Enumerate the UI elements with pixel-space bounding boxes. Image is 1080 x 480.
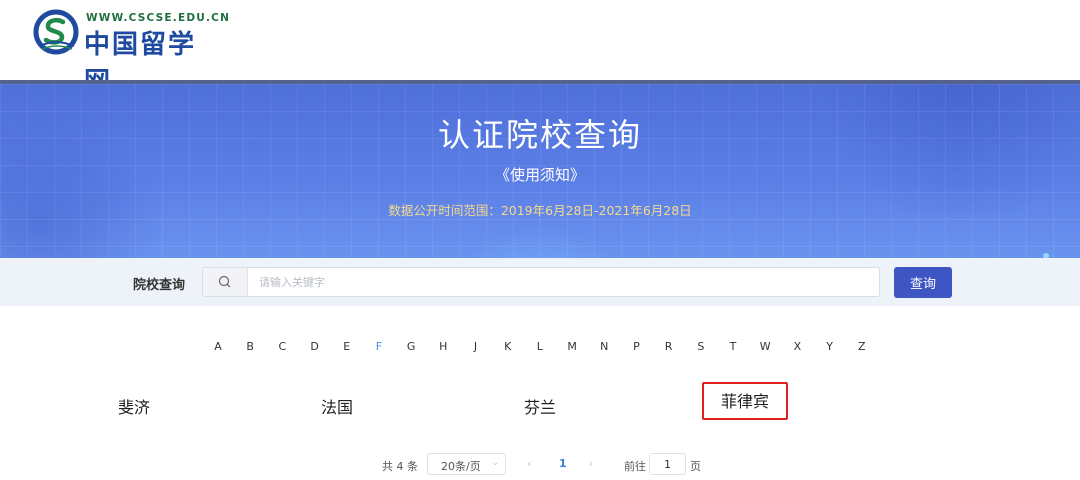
alphabet-filter: ABC DEFGH JKLMNP RSTWX YZ bbox=[210, 340, 870, 356]
letter-filter-e[interactable]: E bbox=[339, 340, 355, 356]
page-title: 认证院校查询 bbox=[437, 116, 642, 154]
letter-filter-h[interactable]: H bbox=[435, 340, 451, 356]
letter-filter-a[interactable]: A bbox=[210, 340, 226, 356]
site-logo[interactable]: WWW.CSCSE.EDU.CN 中国留学网 bbox=[32, 6, 229, 97]
letter-filter-r[interactable]: R bbox=[661, 340, 677, 356]
goto-page-input[interactable] bbox=[649, 453, 686, 475]
letter-filter-k[interactable]: K bbox=[500, 340, 516, 356]
letter-filter-s[interactable]: S bbox=[693, 340, 709, 356]
page-unit-label: 页 bbox=[690, 460, 701, 473]
page-number-current[interactable]: 1 bbox=[559, 457, 567, 470]
search-button[interactable]: 查询 bbox=[894, 267, 952, 298]
pagination: 共 4 条 20条/页 ⌄ ‹ 1 › 前往 页 bbox=[0, 452, 1080, 476]
search-icon-prefix bbox=[203, 268, 248, 296]
letter-filter-f[interactable]: F bbox=[371, 340, 387, 356]
data-range-text: 数据公开时间范围：2019年6月28日-2021年6月28日 bbox=[0, 200, 1080, 219]
site-header: WWW.CSCSE.EDU.CN 中国留学网 bbox=[0, 0, 1080, 97]
letter-filter-t[interactable]: T bbox=[725, 340, 741, 356]
school-search-input[interactable] bbox=[249, 268, 889, 296]
prev-page-icon[interactable]: ‹ bbox=[527, 457, 531, 470]
goto-label: 前往 bbox=[624, 460, 646, 473]
letter-filter-b[interactable]: B bbox=[242, 340, 258, 356]
logo-url-text: WWW.CSCSE.EDU.CN bbox=[86, 12, 231, 24]
letter-filter-n[interactable]: N bbox=[596, 340, 612, 356]
letter-filter-c[interactable]: C bbox=[274, 340, 290, 356]
data-range-value: 2019年6月28日-2021年6月28日 bbox=[500, 203, 692, 218]
letter-filter-w[interactable]: W bbox=[757, 340, 773, 356]
letter-filter-m[interactable]: M bbox=[564, 340, 580, 356]
page-size-select[interactable]: 20条/页 ⌄ bbox=[427, 453, 506, 475]
search-bar: 院校查询 查询 bbox=[0, 258, 1080, 306]
country-item-philippines[interactable]: 菲律宾 bbox=[702, 382, 788, 420]
search-box bbox=[202, 267, 889, 297]
letter-filter-d[interactable]: D bbox=[307, 340, 323, 356]
letter-filter-x[interactable]: X bbox=[789, 340, 805, 356]
next-page-icon[interactable]: › bbox=[589, 457, 593, 470]
hero-banner: 认证院校查询 《使用须知》 数据公开时间范围：2019年6月28日-2021年6… bbox=[0, 84, 1080, 258]
country-item-fiji[interactable]: 斐济 bbox=[118, 394, 150, 418]
total-count: 共 4 条 bbox=[382, 460, 418, 473]
chevron-down-icon: ⌄ bbox=[491, 458, 499, 468]
letter-filter-j[interactable]: J bbox=[468, 340, 484, 356]
usage-notice-link[interactable]: 《使用须知》 bbox=[0, 164, 1080, 185]
country-item-finland[interactable]: 芬兰 bbox=[524, 394, 556, 418]
page-size-value: 20条/页 bbox=[441, 460, 481, 473]
letter-filter-p[interactable]: P bbox=[628, 340, 644, 356]
search-icon bbox=[218, 275, 231, 288]
country-item-france[interactable]: 法国 bbox=[321, 394, 353, 418]
letter-filter-g[interactable]: G bbox=[403, 340, 419, 356]
letter-filter-z[interactable]: Z bbox=[854, 340, 870, 356]
data-range-label: 数据公开时间范围： bbox=[388, 203, 501, 218]
letter-filter-y[interactable]: Y bbox=[822, 340, 838, 356]
cscse-logo-icon bbox=[33, 9, 79, 55]
search-label: 院校查询 bbox=[133, 278, 186, 293]
letter-filter-l[interactable]: L bbox=[532, 340, 548, 356]
country-list: 斐济 法国 芬兰 菲律宾 bbox=[0, 382, 1080, 422]
